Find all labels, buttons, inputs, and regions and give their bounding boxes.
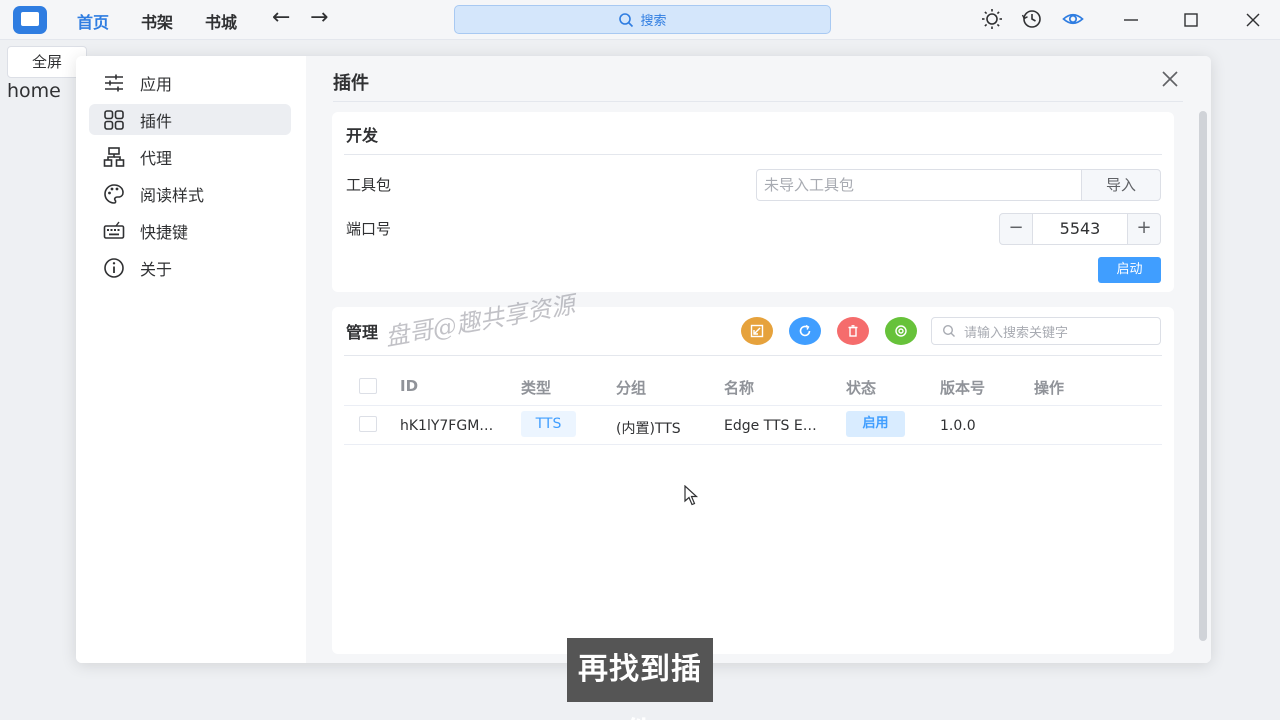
row-checkbox[interactable]: [359, 416, 377, 432]
sidebar-item-reading-style[interactable]: 阅读样式: [89, 178, 291, 209]
fullscreen-button[interactable]: 全屏: [7, 46, 87, 78]
sidebar-item-label: 应用: [140, 74, 173, 94]
sidebar-item-label: 阅读样式: [140, 185, 205, 205]
sidebar-item-plugins[interactable]: 插件: [89, 104, 291, 135]
global-search-bar[interactable]: 搜索: [454, 5, 831, 34]
minimize-icon[interactable]: [1119, 8, 1143, 32]
import-button[interactable]: 导入: [1081, 169, 1161, 201]
sidebar-item-shortcuts[interactable]: 快捷键: [89, 215, 291, 246]
column-header-actions: 操作: [1034, 379, 1065, 397]
global-search-placeholder: 搜索: [640, 14, 667, 29]
import-plugin-button[interactable]: [741, 317, 773, 345]
port-increment-button[interactable]: +: [1127, 213, 1161, 245]
video-subtitle: 再找到插件: [567, 638, 713, 720]
sidebar-item-proxy[interactable]: 代理: [89, 141, 291, 172]
title-bar: 首页 书架 书城 ← → 搜索: [0, 0, 1280, 40]
column-header-version: 版本号: [940, 379, 986, 397]
info-icon: [104, 257, 124, 278]
keyword-search-placeholder: 请输入搜索关键字: [964, 325, 1069, 341]
sliders-icon: [105, 74, 123, 91]
search-icon: [942, 324, 955, 337]
row-version: 1.0.0: [940, 418, 976, 434]
row-group: (内置)TTS: [616, 421, 681, 437]
sidebar-item-label: 插件: [140, 111, 173, 131]
dev-card-divider: [344, 154, 1162, 155]
preview-button[interactable]: [885, 317, 917, 345]
refresh-button[interactable]: [789, 317, 821, 345]
status-toggle[interactable]: 启用: [846, 411, 905, 437]
keyword-search-input[interactable]: 请输入搜索关键字: [931, 317, 1161, 345]
dialog-scrollbar[interactable]: [1199, 111, 1207, 641]
toolkit-label: 工具包: [346, 176, 392, 194]
mouse-cursor-icon: [684, 485, 699, 506]
home-text: home: [7, 80, 61, 102]
type-tag: TTS: [521, 411, 576, 437]
column-header-name: 名称: [724, 379, 755, 397]
column-header-id: ID: [400, 377, 419, 395]
table-row-divider: [344, 444, 1162, 445]
target-icon: [895, 325, 907, 337]
nav-bookstore[interactable]: 书城: [205, 9, 237, 33]
manage-card-divider: [344, 355, 1162, 356]
window-close-icon[interactable]: [1241, 8, 1265, 32]
port-decrement-button[interactable]: −: [999, 213, 1033, 245]
settings-content: 插件 开发 工具包 未导入工具包 导入 端口号 − 5543 + 启动 管理 请…: [306, 56, 1211, 663]
delete-button[interactable]: [837, 317, 869, 345]
trash-icon: [848, 325, 858, 337]
start-button[interactable]: 启动: [1098, 257, 1161, 283]
port-label: 端口号: [346, 220, 392, 238]
sidebar-item-label: 快捷键: [140, 222, 189, 242]
network-icon: [103, 146, 125, 167]
search-icon: [619, 12, 634, 27]
sidebar-item-about[interactable]: 关于: [89, 252, 291, 283]
nav-bookshelf[interactable]: 书架: [141, 9, 173, 33]
sidebar-item-label: 关于: [140, 259, 173, 279]
dev-card: 开发 工具包 未导入工具包 导入 端口号 − 5543 + 启动: [332, 112, 1174, 292]
palette-icon: [104, 183, 124, 204]
dialog-title: 插件: [333, 73, 369, 94]
settings-dialog: 应用 插件 代理 阅读样式 快捷键 关于 插件 开发 工具包 未导入工具包 导入…: [76, 56, 1211, 663]
select-all-checkbox[interactable]: [359, 378, 377, 394]
sidebar-item-label: 代理: [140, 148, 173, 168]
app-logo: [13, 6, 47, 34]
row-name: Edge TTS E…: [724, 418, 817, 434]
sidebar-item-apps[interactable]: 应用: [89, 67, 291, 98]
back-arrow-icon[interactable]: ←: [272, 5, 290, 30]
close-icon[interactable]: [1159, 68, 1181, 90]
import-icon: [750, 324, 764, 338]
toolkit-input[interactable]: 未导入工具包: [756, 169, 1082, 201]
title-divider: [333, 101, 1183, 102]
port-input[interactable]: 5543: [1033, 213, 1127, 245]
eye-icon[interactable]: [1062, 8, 1084, 30]
manage-card-title: 管理: [346, 323, 379, 342]
column-header-group: 分组: [616, 379, 647, 397]
history-icon[interactable]: [1021, 8, 1043, 30]
nav-home[interactable]: 首页: [77, 9, 109, 33]
settings-sidebar: 应用 插件 代理 阅读样式 快捷键 关于: [76, 56, 306, 663]
row-id: hK1lY7FGM…: [400, 418, 494, 434]
grid-icon: [104, 109, 124, 130]
refresh-icon: [799, 324, 811, 337]
column-header-type: 类型: [521, 379, 552, 397]
header-row-divider: [344, 405, 1162, 406]
manage-card: 管理 请输入搜索关键字 ID 类型 分组 名称 状态 版本号 操作 hK1lY7…: [332, 307, 1174, 654]
theme-sun-icon[interactable]: [981, 8, 1003, 30]
column-header-status: 状态: [846, 379, 877, 397]
keyboard-icon: [103, 221, 125, 239]
maximize-icon[interactable]: [1179, 8, 1203, 32]
dev-card-title: 开发: [346, 126, 379, 145]
forward-arrow-icon[interactable]: →: [310, 5, 328, 30]
